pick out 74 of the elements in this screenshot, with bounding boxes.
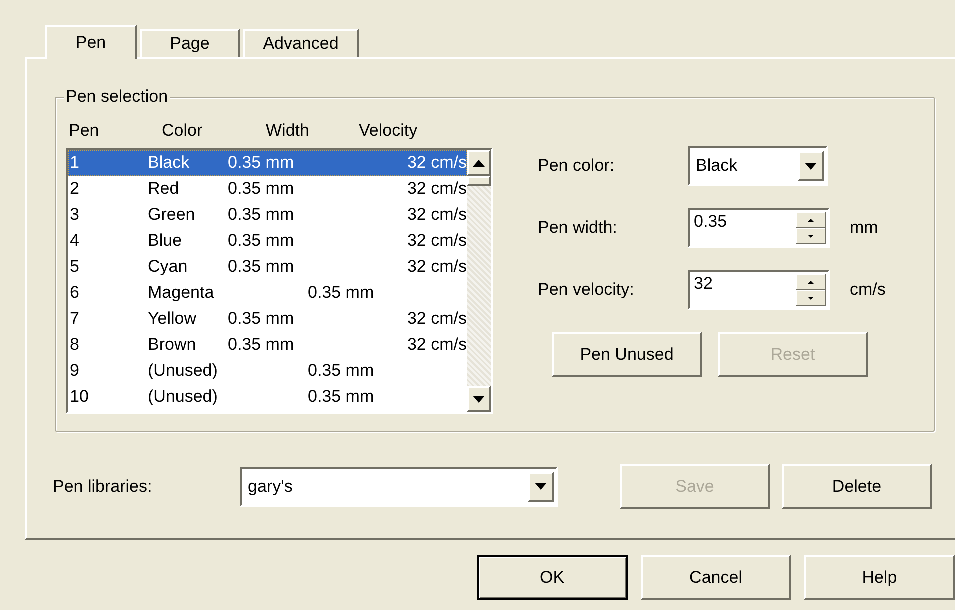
pen-velocity: 32 cm/s xyxy=(407,230,467,252)
list-row[interactable]: 3 Green 0.35 mm 32 cm/s xyxy=(68,202,467,228)
list-row[interactable]: 4 Blue 0.35 mm 32 cm/s xyxy=(68,228,467,254)
dialog-button[interactable]: Cancel xyxy=(640,555,792,600)
unit-label: mm xyxy=(850,218,878,238)
dialog-button[interactable]: Help xyxy=(804,555,955,600)
pen-number: 1 xyxy=(70,152,80,174)
pen-velocity: 32 cm/s xyxy=(407,308,467,330)
tab[interactable]: Advanced xyxy=(243,29,359,57)
list-row[interactable]: 1 Black 0.35 mm 32 cm/s xyxy=(68,150,467,176)
column-header: Width xyxy=(266,121,310,141)
tab[interactable]: Pen xyxy=(45,25,137,59)
pen-velocity: 32 cm/s xyxy=(407,204,467,226)
field-label: Pen libraries: xyxy=(53,476,154,496)
pen-color-name: Yellow xyxy=(148,308,197,330)
pen-width: 0.35 mm xyxy=(228,334,294,356)
pen-number: 10 xyxy=(70,386,89,408)
pen-color-name: Magenta xyxy=(148,282,214,304)
pen-width: 0.35 mm xyxy=(228,204,294,226)
pen-width: 0.35 mm xyxy=(228,308,294,330)
list-row[interactable]: 2 Red 0.35 mm 32 cm/s xyxy=(68,176,467,202)
down-triangle-icon xyxy=(473,396,485,402)
pen-width: 0.35 mm xyxy=(228,256,294,278)
pen-velocity: 32 cm/s xyxy=(407,152,467,174)
pen-color-name: Black xyxy=(148,152,190,174)
pen-color-name: Green xyxy=(148,204,196,226)
pen-width: 0.35 mm xyxy=(228,178,294,200)
pen-number: 6 xyxy=(70,282,80,304)
pen-number: 5 xyxy=(70,256,80,278)
pen-width: 0.35 mm xyxy=(308,282,374,304)
pen-number: 8 xyxy=(70,334,80,356)
unit-label: cm/s xyxy=(850,280,886,300)
list-row[interactable]: 6 Magenta 0.35 mm xyxy=(68,280,467,306)
pen-number: 3 xyxy=(70,204,80,226)
dialog-button[interactable]: OK xyxy=(477,555,628,600)
pen-velocity: 32 cm/s xyxy=(407,334,467,356)
pen-width: 0.35 mm xyxy=(308,360,374,382)
library-button[interactable]: Delete xyxy=(782,464,932,509)
down-triangle-icon xyxy=(535,483,547,490)
scroll-up-button[interactable] xyxy=(467,150,491,176)
field-label: Pen velocity: xyxy=(538,280,636,300)
column-header: Color xyxy=(162,121,203,141)
pen-color-name: Brown xyxy=(148,334,196,356)
pen-width: 0.35 mm xyxy=(228,230,294,252)
down-triangle-icon xyxy=(805,162,817,170)
pen-width: 0.35 mm xyxy=(228,152,294,174)
pen-velocity: 32 cm/s xyxy=(407,178,467,200)
list-row[interactable]: 8 Brown 0.35 mm 32 cm/s xyxy=(68,332,467,358)
scroll-thumb[interactable] xyxy=(467,176,491,186)
pen-color-name: Cyan xyxy=(148,256,188,278)
pen-number: 9 xyxy=(70,360,80,382)
pen-libraries-dropdown[interactable]: gary's xyxy=(240,466,558,506)
pen-color-name: (Unused) xyxy=(148,360,218,382)
pen-button[interactable]: Pen Unused xyxy=(552,332,702,377)
list-row[interactable]: 9 (Unused) 0.35 mm xyxy=(68,358,467,384)
pen-color-name: Red xyxy=(148,178,180,200)
pen-color-name: Blue xyxy=(148,230,182,252)
pen-number: 7 xyxy=(70,308,80,330)
up-triangle-icon xyxy=(473,160,485,166)
pen-number: 2 xyxy=(70,178,80,200)
column-header: Velocity xyxy=(359,121,418,141)
column-header: Pen xyxy=(69,121,100,141)
tab[interactable]: Page xyxy=(140,29,240,57)
list-row[interactable]: 7 Yellow 0.35 mm 32 cm/s xyxy=(68,306,467,332)
scroll-down-button[interactable] xyxy=(467,386,491,412)
list-row[interactable]: 10 (Unused) 0.35 mm xyxy=(68,384,467,410)
pen-width: 0.35 mm xyxy=(308,386,374,408)
pen-number: 4 xyxy=(70,230,80,252)
field-label: Pen color: xyxy=(538,156,616,176)
list-row[interactable]: 5 Cyan 0.35 mm 32 cm/s xyxy=(68,254,467,280)
pen-velocity: 32 cm/s xyxy=(407,256,467,278)
field-label: Pen width: xyxy=(538,218,618,238)
pen-color-dropdown[interactable]: Black xyxy=(688,146,828,186)
pen-color-name: (Unused) xyxy=(148,386,218,408)
